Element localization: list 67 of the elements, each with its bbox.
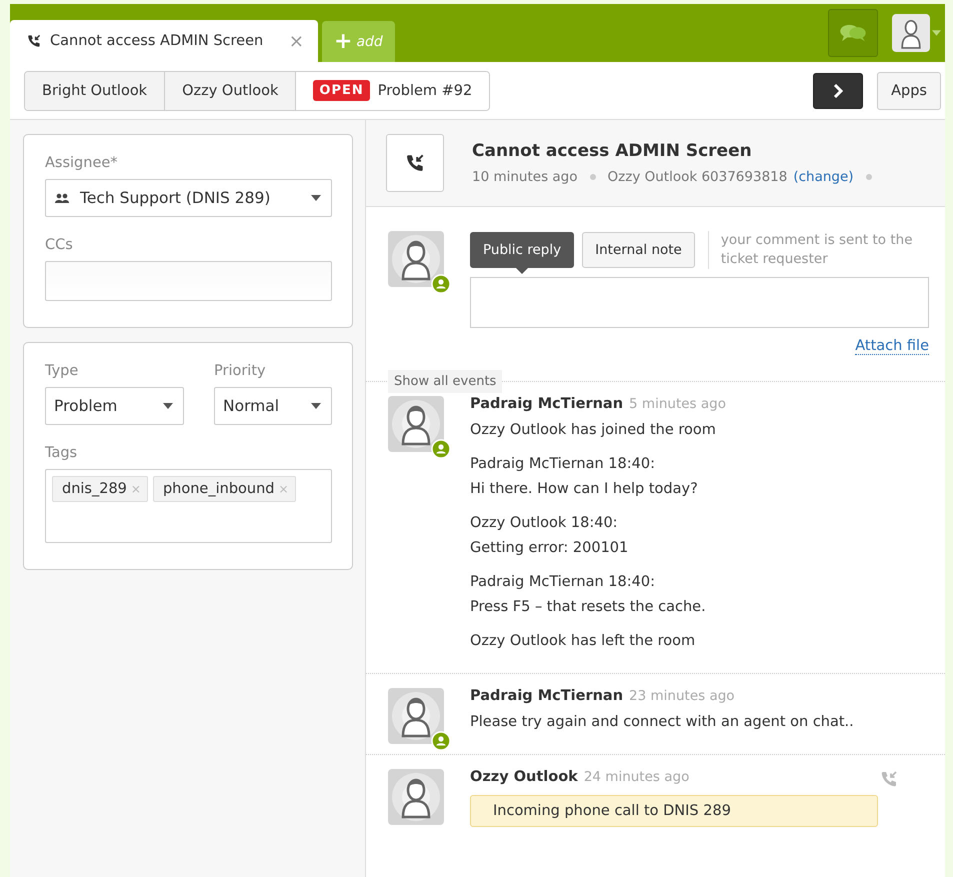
chat-bubbles-icon: [839, 23, 867, 43]
field-label: CCs: [45, 237, 74, 253]
chevron-right-icon: [833, 84, 844, 98]
tag-label: dnis_289: [62, 481, 127, 497]
phone-icon: [26, 33, 42, 49]
online-status-icon: [431, 731, 451, 751]
author-name: Ozzy Outlook: [470, 769, 578, 785]
ccs-field[interactable]: [45, 261, 332, 301]
message-text: Ozzy Outlook 18:40:: [470, 514, 619, 533]
select-value: Problem: [54, 397, 118, 415]
breadcrumb-label: Ozzy Outlook: [182, 82, 278, 98]
field-label: Assignee*: [45, 155, 119, 171]
group-icon: [54, 193, 70, 203]
comment-field[interactable]: [470, 277, 929, 328]
message-text: Please try again and connect with an agent on chat..: [470, 713, 855, 732]
field-label: Priority: [214, 363, 267, 379]
caret-icon: [311, 195, 321, 201]
tag-label: phone_inbound: [162, 481, 274, 497]
caret-icon: [932, 30, 941, 36]
event-time: 5 minutes ago: [629, 396, 727, 412]
author-name: Padraig McTiernan: [470, 688, 624, 704]
user-avatar-icon: [892, 14, 930, 52]
caret-icon: [311, 403, 321, 409]
attach-file-link[interactable]: Attach file: [855, 338, 929, 355]
breadcrumb-tab[interactable]: Ozzy Outlook: [165, 72, 296, 110]
breadcrumb-label: Bright Outlook: [42, 82, 148, 98]
field-label: Tags: [45, 445, 78, 461]
online-status-icon: [431, 274, 451, 294]
change-link[interactable]: (change): [793, 169, 854, 185]
priority-select[interactable]: Normal: [214, 387, 332, 425]
message-text: Press F5 – that resets the cache.: [470, 598, 707, 617]
message-text: Hi there. How can I help today?: [470, 480, 699, 499]
apps-button[interactable]: Apps: [877, 72, 941, 110]
reply-mode-tab[interactable]: Internal note: [582, 232, 695, 268]
event-time: 23 minutes ago: [629, 688, 736, 704]
ticket-title: Cannot access ADMIN Screen: [472, 141, 753, 161]
phone-icon: [404, 152, 426, 174]
ticket-time: 10 minutes ago: [472, 169, 578, 185]
requester: Ozzy Outlook 6037693818: [608, 169, 788, 185]
reply-mode-tab[interactable]: Public reply: [470, 232, 574, 268]
message-text: Padraig McTiernan 18:40:: [470, 455, 656, 474]
online-status-icon: [431, 439, 451, 459]
user-menu-button[interactable]: [892, 14, 941, 52]
breadcrumb-label: Problem #92: [378, 82, 472, 98]
type-select[interactable]: Problem: [45, 387, 184, 425]
show-all-events-button[interactable]: Show all events: [388, 370, 502, 392]
event-time: 24 minutes ago: [584, 769, 690, 785]
status-badge: OPEN: [313, 80, 370, 101]
message-text: Getting error: 200101: [470, 539, 630, 558]
call-note: Incoming phone call to DNIS 289: [470, 795, 878, 827]
next-button[interactable]: [813, 72, 864, 108]
select-value: Tech Support (DNIS 289): [80, 189, 272, 207]
pointer-icon: [516, 268, 528, 274]
caret-icon: [163, 403, 173, 409]
message-text: Ozzy Outlook has joined the room: [470, 421, 717, 440]
phone-icon: [879, 769, 899, 789]
assignee-select[interactable]: Tech Support (DNIS 289): [45, 179, 332, 217]
message-text: Padraig McTiernan 18:40:: [470, 573, 656, 592]
hint-text: your comment is sent to the ticket requester: [708, 231, 921, 269]
tab-title: Cannot access ADMIN Screen: [50, 33, 264, 49]
ticket-tab[interactable]: Cannot access ADMIN Screen ×: [10, 20, 318, 62]
select-value: Normal: [223, 397, 280, 415]
message-text: Ozzy Outlook has left the room: [470, 632, 696, 651]
chat-button[interactable]: [828, 9, 878, 57]
breadcrumb-tab[interactable]: Bright Outlook: [25, 72, 166, 110]
author-name: Padraig McTiernan: [470, 396, 624, 412]
field-label: Type: [45, 363, 80, 379]
